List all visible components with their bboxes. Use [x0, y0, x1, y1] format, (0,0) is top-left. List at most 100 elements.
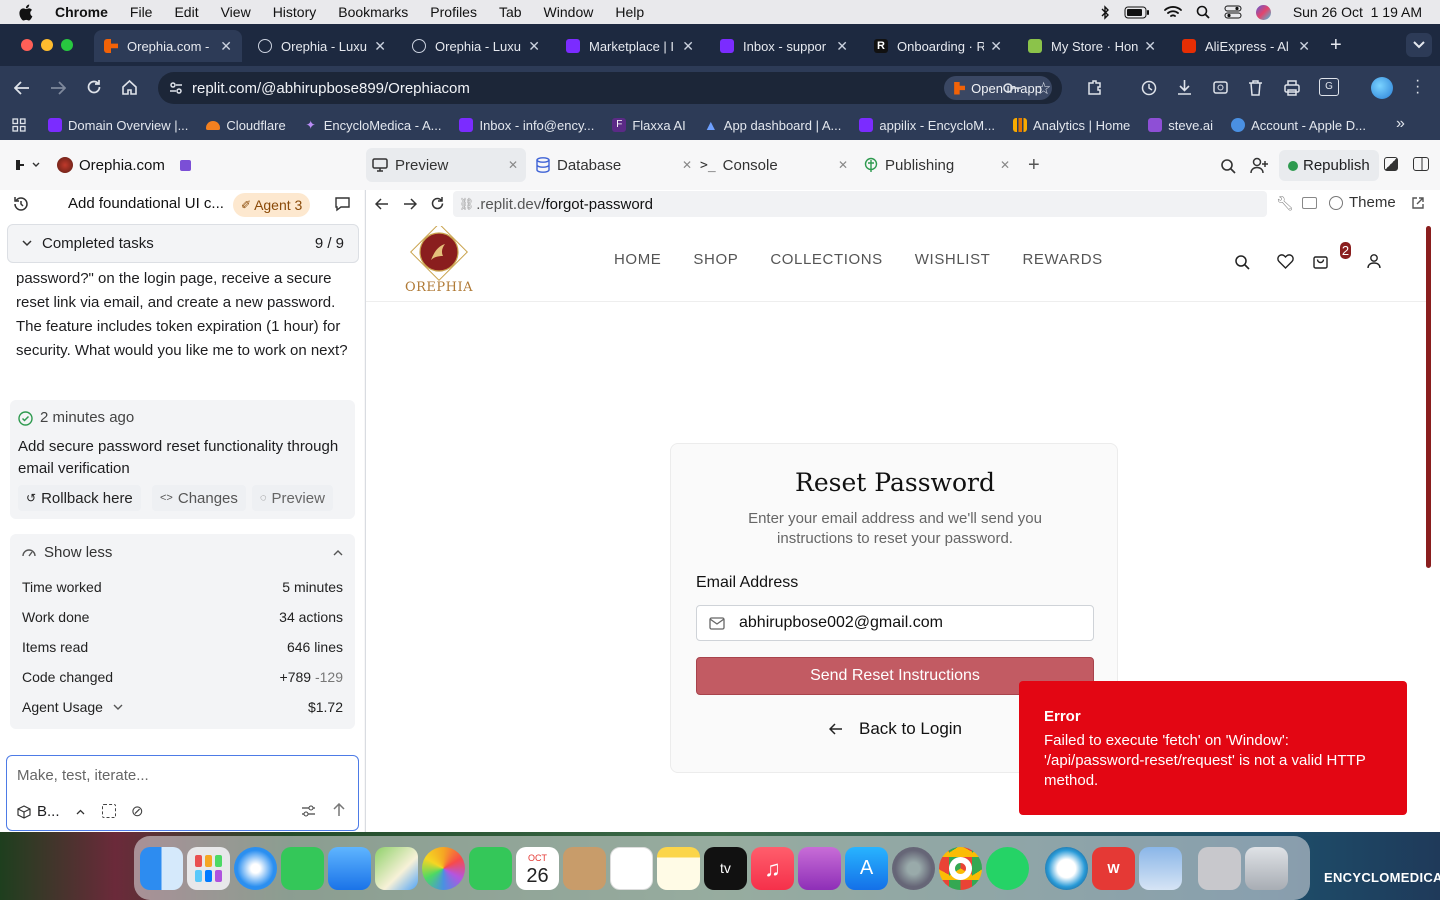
trash-icon[interactable]: [1248, 79, 1263, 96]
tab-close-icon[interactable]: ✕: [1144, 38, 1156, 55]
tab-search-chevron-icon[interactable]: [1406, 33, 1432, 57]
tab-close-icon[interactable]: ✕: [682, 38, 694, 55]
search-icon[interactable]: [1220, 158, 1236, 174]
bookmark-item[interactable]: Inbox - info@ency...: [459, 118, 594, 133]
bookmark-item[interactable]: Domain Overview |...: [48, 118, 188, 133]
select-element-icon[interactable]: [102, 804, 116, 818]
attach-paperclip-icon[interactable]: ⊘: [131, 802, 144, 820]
preview-url-field[interactable]: ⛓ .replit.dev/forgot-password: [453, 191, 1267, 217]
rollback-button[interactable]: ↺ Rollback here: [18, 485, 141, 511]
bookmark-star-icon[interactable]: ☆: [1036, 79, 1051, 99]
bookmark-item[interactable]: Cloudflare: [206, 118, 286, 133]
browser-tab[interactable]: Marketplace | I ✕: [556, 30, 704, 62]
download-icon[interactable]: [1176, 79, 1193, 96]
thread-title[interactable]: Add foundational UI c...: [68, 195, 224, 212]
tab-close-icon[interactable]: ✕: [374, 38, 386, 55]
battery-icon[interactable]: [1124, 6, 1150, 19]
tab-close-icon[interactable]: ✕: [1000, 158, 1010, 172]
browser-tab[interactable]: My Store · Hon ✕: [1018, 30, 1166, 62]
menu-tab[interactable]: Tab: [499, 4, 522, 20]
nav-collections[interactable]: COLLECTIONS: [770, 251, 882, 268]
tab-close-icon[interactable]: ✕: [1298, 38, 1310, 55]
maps-icon[interactable]: [375, 846, 418, 890]
history-icon[interactable]: [13, 196, 29, 212]
bookmark-item[interactable]: F Flaxxa AI: [612, 118, 686, 133]
tab-database[interactable]: Database ✕: [536, 148, 692, 182]
preview-app-icon[interactable]: [1139, 846, 1182, 890]
completed-tasks-header[interactable]: Completed tasks 9 / 9: [7, 224, 359, 263]
profile-avatar[interactable]: [1371, 77, 1393, 99]
nav-home[interactable]: HOME: [614, 251, 661, 268]
apple-tv-icon[interactable]: tv: [704, 846, 747, 890]
new-chat-icon[interactable]: [334, 196, 351, 212]
agent-input-placeholder[interactable]: Make, test, iterate...: [17, 767, 149, 784]
apple-menu-icon[interactable]: [18, 4, 33, 21]
project-avatar[interactable]: [57, 157, 73, 173]
tab-close-icon[interactable]: ✕: [508, 158, 518, 172]
apps-grid-icon[interactable]: [12, 118, 26, 132]
bookmark-item[interactable]: Account - Apple D...: [1231, 118, 1366, 133]
menu-help[interactable]: Help: [615, 4, 644, 20]
orephia-logo[interactable]: OREPHIA: [404, 226, 474, 300]
email-field[interactable]: abhirupbose002@gmail.com: [696, 605, 1094, 641]
tab-close-icon[interactable]: ✕: [528, 38, 540, 55]
window-minimize-button[interactable]: [41, 39, 53, 51]
app-store-icon[interactable]: A: [845, 846, 888, 890]
send-arrow-icon[interactable]: [333, 803, 345, 817]
new-tab-plus-icon[interactable]: +: [1330, 34, 1342, 57]
bookmark-item[interactable]: Analytics | Home: [1012, 118, 1130, 133]
menu-view[interactable]: View: [221, 4, 251, 20]
browser-tab[interactable]: Orephia.com - ✕: [94, 30, 242, 62]
print-icon[interactable]: [1283, 79, 1301, 96]
tab-close-icon[interactable]: ✕: [682, 158, 692, 172]
project-name[interactable]: Orephia.com: [79, 157, 165, 174]
changes-button[interactable]: <> Changes: [152, 485, 246, 511]
translate-icon[interactable]: G: [1319, 78, 1339, 96]
tab-console[interactable]: >_ Console ✕: [700, 148, 848, 182]
tab-publishing[interactable]: Publishing ✕: [864, 148, 1010, 182]
browser-tab[interactable]: Orephia - Luxu ✕: [248, 30, 396, 62]
tab-preview[interactable]: Preview ✕: [366, 148, 526, 182]
contacts-icon[interactable]: [563, 846, 606, 890]
replit-menu-icon[interactable]: [15, 159, 41, 171]
menu-file[interactable]: File: [130, 4, 153, 20]
back-arrow-icon[interactable]: [14, 80, 30, 96]
error-toast[interactable]: Error Failed to execute 'fetch' on 'Wind…: [1019, 681, 1407, 815]
window-close-button[interactable]: [21, 39, 33, 51]
browser-tab[interactable]: Orephia - Luxu ✕: [402, 30, 550, 62]
chrome-app-icon[interactable]: [939, 846, 982, 890]
tab-close-icon[interactable]: ✕: [838, 158, 848, 172]
system-settings-icon[interactable]: [892, 846, 935, 890]
tab-close-icon[interactable]: ✕: [990, 38, 1002, 55]
build-mode-selector[interactable]: B...: [17, 803, 85, 820]
menu-profiles[interactable]: Profiles: [430, 4, 477, 20]
settings-sliders-icon[interactable]: [301, 805, 316, 817]
menu-history[interactable]: History: [273, 4, 317, 20]
stat-row-agent-usage[interactable]: Agent Usage $1.72: [22, 692, 343, 722]
home-icon[interactable]: [121, 79, 138, 96]
cart-bag-icon[interactable]: [1313, 253, 1328, 269]
preview-scrollbar-thumb[interactable]: [1426, 226, 1431, 568]
messages-icon[interactable]: [281, 846, 324, 890]
bookmark-item[interactable]: ✦ EncycloMedica - A...: [304, 118, 442, 133]
calendar-icon[interactable]: OCT 26: [516, 846, 559, 890]
site-info-icon[interactable]: [168, 80, 184, 96]
photos-icon[interactable]: [422, 846, 465, 890]
menu-app-chrome[interactable]: Chrome: [55, 4, 108, 20]
control-center-icon[interactable]: [1224, 5, 1242, 19]
nav-shop[interactable]: SHOP: [693, 251, 738, 268]
notes-icon[interactable]: [657, 846, 700, 890]
menubar-clock[interactable]: Sun 26 Oct 1 19 AM: [1293, 4, 1422, 20]
forward-arrow-icon[interactable]: [50, 80, 66, 96]
history-icon[interactable]: [1140, 79, 1157, 96]
browser-tab[interactable]: Inbox - suppor ✕: [710, 30, 858, 62]
spotlight-icon[interactable]: [1196, 5, 1210, 19]
theme-button[interactable]: Theme: [1329, 194, 1396, 211]
trash-bin-icon[interactable]: [1245, 846, 1288, 890]
bookmarks-overflow-icon[interactable]: »: [1396, 115, 1405, 133]
menu-window[interactable]: Window: [544, 4, 594, 20]
site-search-icon[interactable]: [1234, 254, 1250, 270]
quicktime-icon[interactable]: [1045, 846, 1088, 890]
safari-icon[interactable]: [234, 846, 277, 890]
launchpad-icon[interactable]: [187, 846, 230, 890]
